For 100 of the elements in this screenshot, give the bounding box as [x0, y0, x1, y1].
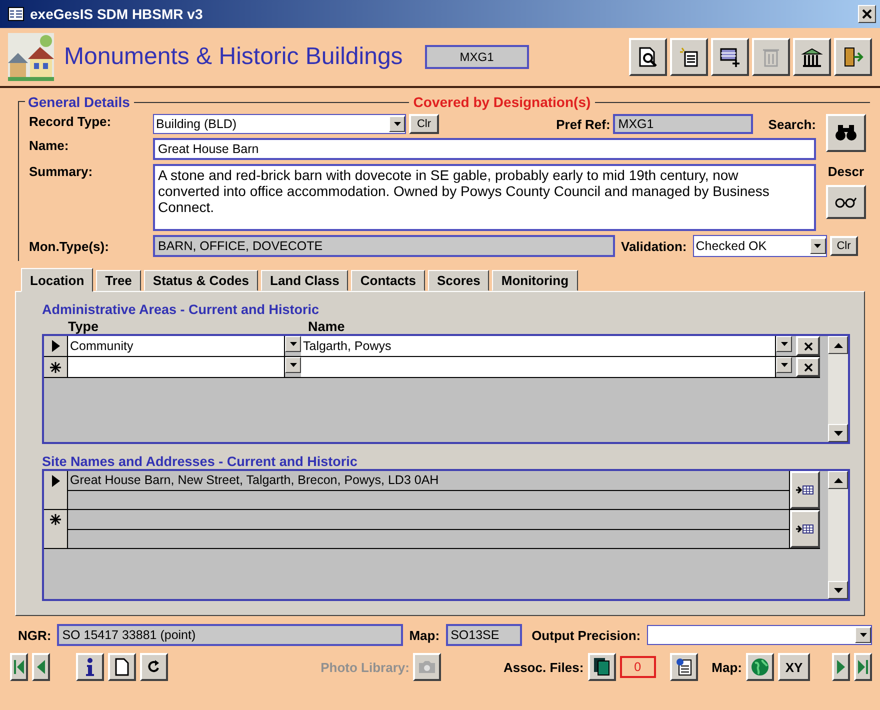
search-button[interactable]: [826, 114, 866, 152]
page-icon: [115, 658, 129, 676]
field-label: Map:: [409, 628, 440, 642]
caret-down-icon: [834, 588, 842, 592]
page-magnifier-icon: [637, 46, 659, 68]
dropdown-button[interactable]: [776, 357, 792, 373]
monument-types-field: BARN, OFFICE, DOVECOTE: [153, 235, 615, 257]
houses-logo-drawing: [8, 33, 54, 81]
row-selector[interactable]: [44, 510, 68, 548]
photo-library-label: Photo Library:: [320, 660, 410, 674]
description-button[interactable]: [826, 185, 866, 219]
tab[interactable]: Status & Codes: [144, 270, 258, 291]
tab[interactable]: Scores: [428, 270, 490, 291]
name-cell[interactable]: [301, 357, 776, 377]
toolbar-button[interactable]: [711, 38, 749, 76]
binoculars-icon: [835, 125, 857, 141]
info-button[interactable]: [76, 653, 104, 681]
row-selector[interactable]: [44, 471, 68, 509]
field-label: Record Type:: [29, 114, 112, 131]
field-label: Search:: [768, 116, 816, 132]
caret-up-icon: [834, 478, 842, 482]
type-cell[interactable]: [68, 357, 285, 377]
map-button[interactable]: [746, 653, 774, 681]
refresh-button[interactable]: [140, 653, 168, 681]
dropdown-button[interactable]: [855, 627, 871, 643]
arrow-table-icon: [796, 524, 814, 534]
scrollbar[interactable]: [828, 336, 848, 442]
new-row-icon: [50, 362, 61, 372]
record-ref-field: MXG1: [424, 45, 529, 69]
caret-up-icon: [834, 342, 842, 348]
toolbar-button[interactable]: [629, 38, 667, 76]
section-title: General Details: [27, 94, 131, 110]
close-icon: [804, 362, 812, 372]
list-icon: [678, 46, 700, 68]
output-precision-dropdown[interactable]: [646, 625, 872, 645]
section-title: Site Names and Addresses - Current and Historic: [42, 454, 358, 469]
row-selector[interactable]: [44, 357, 68, 377]
address-cell[interactable]: Great House Barn, New Street, Talgarth, Brecon, Powys, LD3 0AH: [68, 471, 789, 490]
document-icon: [676, 658, 692, 676]
close-button[interactable]: [858, 5, 876, 23]
row-selector[interactable]: [44, 336, 68, 356]
first-record-button[interactable]: [10, 653, 28, 681]
xy-button[interactable]: XY: [778, 653, 810, 681]
previous-record-button[interactable]: [32, 653, 50, 681]
caret-down-icon: [780, 363, 788, 367]
form-title: Monuments & Historic Buildings: [64, 43, 403, 71]
tab[interactable]: Land Class: [261, 270, 348, 291]
dropdown-button[interactable]: [285, 336, 301, 352]
validation-dropdown[interactable]: Checked OK: [692, 235, 827, 257]
table-add-icon: [719, 46, 741, 68]
last-icon: [858, 660, 868, 674]
dropdown-button[interactable]: [389, 116, 405, 132]
files-button[interactable]: [588, 653, 616, 681]
field-label: NGR:: [18, 628, 52, 642]
tab[interactable]: Tree: [96, 270, 141, 291]
clear-button[interactable]: Clr: [409, 114, 439, 134]
refresh-icon: [147, 660, 161, 674]
next-record-button[interactable]: [832, 653, 850, 681]
type-cell[interactable]: Community: [68, 336, 285, 356]
previous-icon: [37, 660, 45, 674]
clear-button[interactable]: Clr: [830, 236, 858, 256]
name-cell[interactable]: Talgarth, Powys: [301, 336, 776, 356]
field-label: Output Precision:: [532, 628, 641, 642]
dropdown-button[interactable]: [285, 357, 301, 373]
caret-down-icon: [290, 342, 296, 346]
caret-down-icon: [290, 363, 296, 367]
new-record-button[interactable]: [108, 653, 136, 681]
last-record-button[interactable]: [854, 653, 872, 681]
field-label: Name:: [29, 138, 70, 155]
name-field[interactable]: Great House Barn: [153, 138, 816, 160]
section-title: Administrative Areas - Current and Historic: [42, 302, 320, 317]
record-type-dropdown[interactable]: Building (BLD): [153, 114, 406, 134]
caret-down-icon: [814, 244, 822, 248]
add-file-button[interactable]: [670, 653, 698, 681]
tab[interactable]: Contacts: [351, 270, 425, 291]
door-arrow-icon: [842, 46, 864, 68]
field-label: Validation:: [621, 238, 687, 254]
caret-down-icon: [860, 633, 866, 637]
toolbar-button[interactable]: [793, 38, 831, 76]
scrollbar[interactable]: [828, 471, 848, 599]
toolbar-button[interactable]: [834, 38, 872, 76]
open-address-button[interactable]: [790, 471, 820, 509]
form-icon: [8, 7, 24, 21]
tab[interactable]: Location: [21, 268, 94, 292]
delete-button[interactable]: [796, 357, 820, 377]
toolbar-button[interactable]: [670, 38, 708, 76]
map-label: Map:: [712, 660, 742, 674]
open-address-button[interactable]: [790, 510, 820, 548]
tab[interactable]: Monitoring: [492, 270, 578, 291]
summary-field[interactable]: A stone and red-brick barn with dovecote in SE gable, probably early to mid 19th century, now converted into office accommodation. Owned by Powys County Council and managed by Business Connect.: [153, 164, 816, 231]
delete-button[interactable]: [796, 336, 820, 356]
dropdown-button[interactable]: [776, 336, 792, 352]
field-label: Mon.Type(s):: [29, 238, 110, 254]
current-row-icon: [52, 340, 60, 352]
dropdown-button[interactable]: [810, 238, 826, 254]
new-row-icon: [50, 514, 61, 525]
files-icon: [594, 658, 610, 676]
current-row-icon: [52, 475, 60, 487]
field-label: Descr: [828, 164, 864, 179]
building-icon: [801, 46, 823, 68]
